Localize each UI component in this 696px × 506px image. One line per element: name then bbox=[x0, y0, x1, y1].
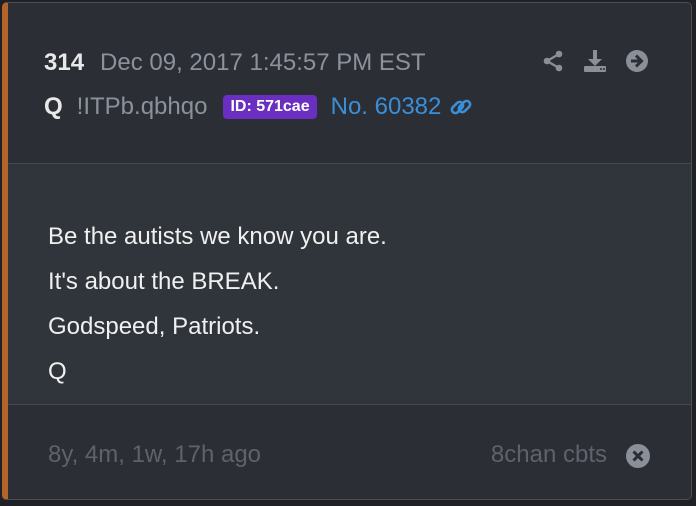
post-card: 314 Dec 09, 2017 1:45:57 PM EST Q !ITPb.… bbox=[2, 2, 692, 500]
post-actions bbox=[541, 49, 649, 73]
post-message-line: Q bbox=[48, 358, 67, 385]
share-icon[interactable] bbox=[541, 49, 565, 73]
post-footer: 8y, 4m, 1w, 17h ago 8chan cbts bbox=[8, 405, 691, 499]
post-timestamp: Dec 09, 2017 1:45:57 PM EST bbox=[100, 49, 426, 76]
close-circle-icon[interactable] bbox=[625, 443, 651, 469]
post-number: 314 bbox=[44, 49, 85, 76]
post-source: 8chan cbts bbox=[490, 441, 607, 468]
post-body: Be the autists we know you are. It's abo… bbox=[8, 164, 691, 405]
link-icon[interactable] bbox=[449, 95, 473, 119]
post-header: 314 Dec 09, 2017 1:45:57 PM EST Q !ITPb.… bbox=[8, 3, 691, 164]
post-message: Be the autists we know you are. It's abo… bbox=[48, 214, 387, 394]
post-number-link[interactable]: No. 60382 bbox=[331, 93, 474, 121]
post-message-line: Godspeed, Patriots. bbox=[48, 313, 261, 340]
post-link-label: No. 60382 bbox=[330, 93, 442, 120]
relative-time: 8y, 4m, 1w, 17h ago bbox=[48, 441, 262, 468]
post-message-line: It's about the BREAK. bbox=[48, 268, 280, 295]
download-icon[interactable] bbox=[583, 49, 607, 73]
post-author: Q bbox=[44, 93, 63, 120]
post-message-line: Be the autists we know you are. bbox=[48, 223, 387, 250]
poster-id-badge: ID: 571cae bbox=[223, 95, 317, 119]
post-tripcode: !ITPb.qbhqo bbox=[76, 93, 208, 120]
post-meta-row: 314 Dec 09, 2017 1:45:57 PM EST bbox=[44, 49, 426, 77]
post-author-row: Q !ITPb.qbhqo ID: 571cae No. 60382 bbox=[44, 93, 473, 121]
arrow-right-circle-icon[interactable] bbox=[625, 49, 649, 73]
